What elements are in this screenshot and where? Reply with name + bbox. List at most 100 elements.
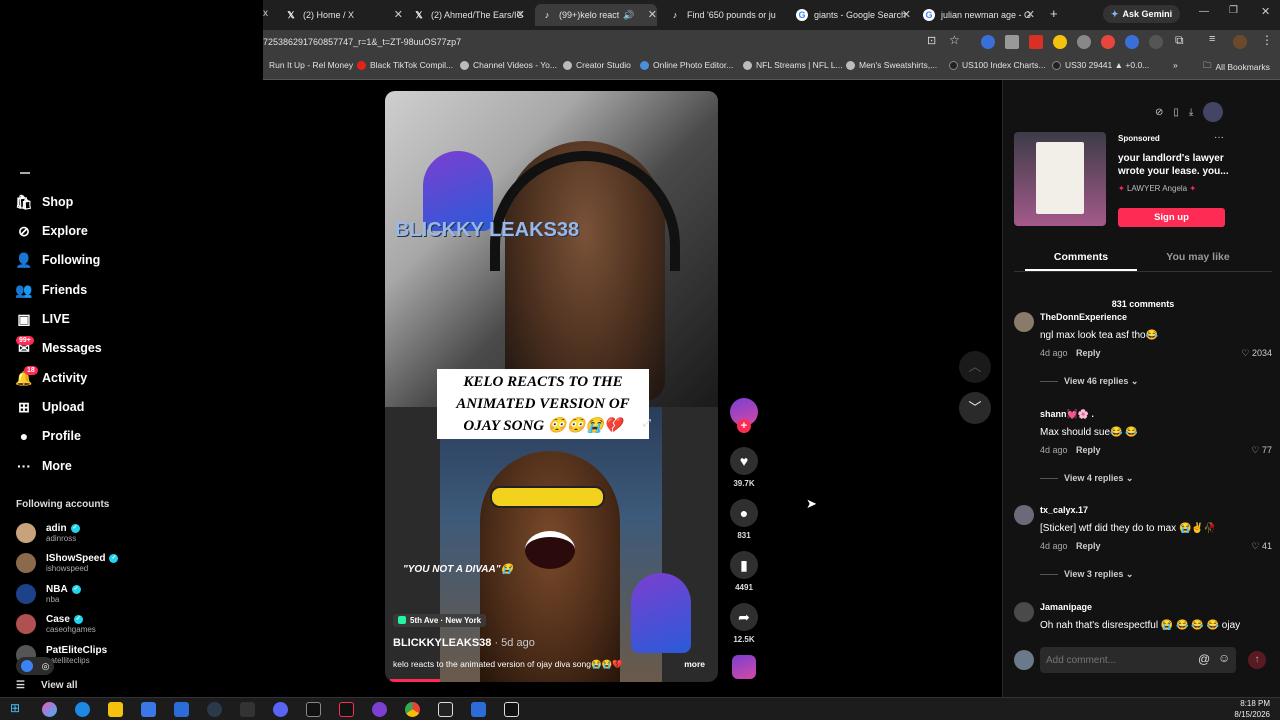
system-clock[interactable]: 8:18 PM 8/15/2026 <box>1200 698 1270 720</box>
sponsored-ad[interactable]: Sponsored ··· your landlord's lawyer wro… <box>1014 132 1272 228</box>
bookmark-star-icon[interactable]: ☆ <box>949 33 960 47</box>
bookmark-item[interactable]: NFL Streams | NFL L... <box>743 60 843 70</box>
tiktok-icon[interactable] <box>339 702 354 717</box>
bookmark-item[interactable]: US30 29441 ▲ +0.0... <box>1052 60 1149 70</box>
tab-ahmed-x[interactable]: 𝕏 (2) Ahmed/The Ears/IG ✕ <box>413 4 525 26</box>
close-tab-icon[interactable]: ✕ <box>902 8 911 21</box>
following-account[interactable]: NBA ✓ nba <box>16 584 81 604</box>
follow-plus-icon[interactable]: + <box>737 419 751 433</box>
plus-app-icon[interactable] <box>471 702 486 717</box>
video-player[interactable]: BLICKKY LEAKS38 KELO REACTS TO THE ANIMA… <box>385 91 718 682</box>
chrome-icon[interactable] <box>405 702 420 717</box>
close-tab-icon[interactable]: x <box>263 8 268 19</box>
url-field[interactable]: 725386291760857747_r=1&_t=ZT-98uuOS77zp7 <box>263 34 461 50</box>
more-link[interactable]: more <box>684 659 705 670</box>
all-bookmarks-button[interactable]: 🗀 All Bookmarks <box>1203 60 1270 74</box>
epic-games-icon[interactable] <box>240 702 255 717</box>
profile-avatar-icon[interactable] <box>1233 35 1247 49</box>
store-icon[interactable] <box>141 702 156 717</box>
install-app-icon[interactable]: ⊡ <box>927 34 936 47</box>
comment-username[interactable]: shann💓🌸 . <box>1040 409 1094 420</box>
reply-button[interactable]: Reply <box>1076 541 1101 551</box>
extension-icon[interactable] <box>1005 35 1019 49</box>
view-replies-button[interactable]: View 46 replies ⌄ <box>1064 376 1138 387</box>
close-window-icon[interactable]: ✕ <box>1261 5 1270 18</box>
comment-username[interactable]: TheDonnExperience <box>1040 312 1127 322</box>
share-button[interactable]: ➦ 12.5K <box>730 603 758 644</box>
view-replies-button[interactable]: View 4 replies ⌄ <box>1064 473 1133 484</box>
mention-icon[interactable]: @ <box>1198 652 1210 666</box>
download-icon[interactable]: ⤓ <box>1189 107 1193 118</box>
bookmark-item[interactable]: Men's Sweatshirts,... <box>846 60 937 70</box>
bookmark-item[interactable]: Online Photo Editor... <box>640 60 733 70</box>
bookmarks-overflow-icon[interactable]: » <box>1173 60 1178 70</box>
user-avatar-icon[interactable] <box>1203 102 1224 122</box>
phone-icon[interactable]: ▯ <box>1173 107 1179 118</box>
bookmark-item[interactable]: US100 Index Charts... <box>949 60 1046 70</box>
comment-button[interactable]: ● 831 <box>730 499 758 540</box>
extension-icon[interactable] <box>1029 35 1043 49</box>
expand-icon[interactable]: ⤢ <box>643 418 651 429</box>
comment-like-button[interactable]: ♡ 2034 <box>1241 348 1272 359</box>
file-explorer-icon[interactable] <box>108 702 123 717</box>
steam-icon[interactable] <box>207 702 222 717</box>
minimize-window-icon[interactable]: — <box>1199 6 1209 17</box>
bookmark-item[interactable]: Channel Videos - Yo... <box>460 60 557 70</box>
tradingview-icon[interactable] <box>438 702 453 717</box>
capcut-icon[interactable] <box>504 702 519 717</box>
tab-home-x[interactable]: 𝕏 (2) Home / X ✕ <box>285 4 403 26</box>
reply-button[interactable]: Reply <box>1076 445 1101 455</box>
extension-icon[interactable] <box>1125 35 1139 49</box>
link-icon[interactable]: ⊘ <box>1155 107 1163 118</box>
close-tab-icon[interactable]: ✕ <box>516 8 525 21</box>
like-button[interactable]: ♥ 39.7K <box>730 447 758 488</box>
following-account[interactable]: Case ✓ caseohgames <box>16 614 96 634</box>
edge-icon[interactable] <box>75 702 90 717</box>
sidebar-item-live[interactable]: ▣ LIVE <box>16 311 69 327</box>
discord-icon[interactable] <box>273 702 288 717</box>
bookmark-item[interactable]: Black TikTok Compil... <box>357 60 453 70</box>
sidebar-item-profile[interactable]: ● Profile <box>16 428 81 444</box>
bookmark-item[interactable]: Run It Up - Rel Money <box>269 60 353 70</box>
sidebar-item-following[interactable]: 👤 Following <box>15 252 100 268</box>
creator-avatar-button[interactable]: + <box>730 398 758 433</box>
extensions-puzzle-icon[interactable]: ⧉ <box>1175 33 1184 48</box>
restore-window-icon[interactable]: ❐ <box>1229 5 1238 16</box>
browser-menu-icon[interactable]: ⋮ <box>1261 33 1273 47</box>
video-author[interactable]: BLICKKYLEAKS38 <box>393 637 491 649</box>
bookmark-item[interactable]: Creator Studio <box>563 60 631 70</box>
save-button[interactable]: ▮ 4491 <box>730 551 758 592</box>
next-video-button[interactable]: ﹀ <box>959 392 991 424</box>
windows-start-icon[interactable]: ⊞ <box>10 701 20 715</box>
avatar[interactable] <box>1014 409 1034 429</box>
sidebar-item-friends[interactable]: 👥 Friends <box>15 282 87 298</box>
new-tab-button[interactable]: + <box>1050 6 1058 21</box>
view-replies-button[interactable]: View 3 replies ⌄ <box>1064 569 1133 580</box>
sidebar-item-upload[interactable]: ⊞ Upload <box>16 399 84 415</box>
avatar[interactable] <box>1014 602 1034 622</box>
music-disc-button[interactable] <box>730 655 758 679</box>
tab-you-may-like[interactable]: You may like <box>1142 251 1254 263</box>
comment-username[interactable]: tx_calyx.17 <box>1040 505 1088 515</box>
tab-julian-google[interactable]: G julian newman age - G ✕ <box>923 4 1035 26</box>
following-account[interactable]: IShowSpeed ✓ ishowspeed <box>16 553 119 573</box>
view-all-link[interactable]: ☰ View all <box>16 680 77 691</box>
extension-icon[interactable] <box>981 35 995 49</box>
extension-icon[interactable] <box>1149 35 1163 49</box>
tab-find-tiktok[interactable]: ♪ Find '650 pounds or ju <box>669 4 784 26</box>
tab-tiktok-active[interactable]: ♪ (99+)kelo reacts to 🔊 ✕ <box>535 4 657 26</box>
close-tab-icon[interactable]: ✕ <box>394 8 403 21</box>
emoji-icon[interactable]: ☺ <box>1218 651 1230 665</box>
speaker-icon[interactable]: 🔊 <box>623 10 634 21</box>
avatar[interactable] <box>1014 312 1034 332</box>
ask-gemini-button[interactable]: ✦ Ask Gemini <box>1103 5 1181 23</box>
sign-up-button[interactable]: Sign up <box>1118 208 1225 227</box>
sidebar-item-shop[interactable]: 🛍 Shop <box>15 194 73 210</box>
tab-comments[interactable]: Comments <box>1025 251 1137 263</box>
previous-video-button[interactable]: ︿ <box>959 351 991 383</box>
sidebar-item-more[interactable]: ··· More <box>16 458 72 474</box>
reply-button[interactable]: Reply <box>1076 348 1101 358</box>
comment-like-button[interactable]: ♡ 41 <box>1251 541 1272 552</box>
video-progress-bar[interactable] <box>390 679 440 682</box>
mail-icon[interactable] <box>174 702 189 717</box>
